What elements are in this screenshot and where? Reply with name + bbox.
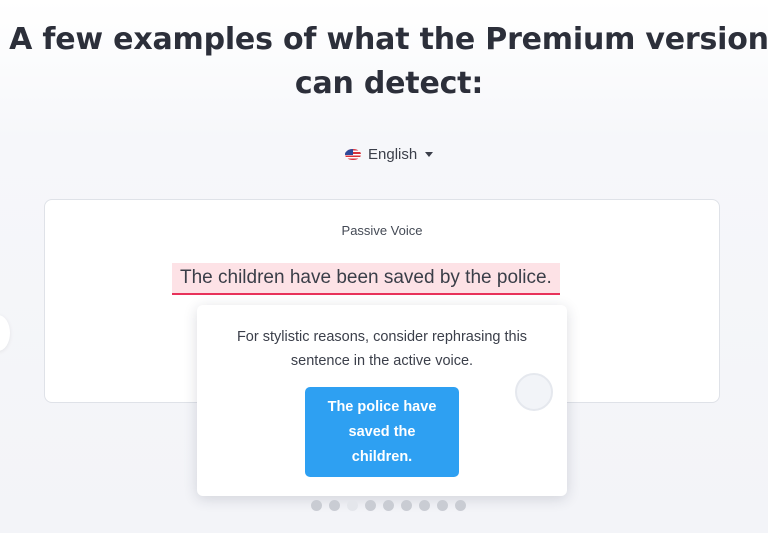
suggestion-message: For stylistic reasons, consider rephrasi… (236, 329, 528, 369)
carousel-dot[interactable] (437, 500, 448, 511)
page-title-line-1: A few examples of what the Premium versi… (9, 22, 768, 57)
carousel-dot[interactable] (329, 500, 340, 511)
suggestion-popup: For stylistic reasons, consider rephrasi… (197, 305, 567, 496)
next-slide-button[interactable] (515, 373, 553, 411)
carousel-dot[interactable] (383, 500, 394, 511)
previous-slide-button[interactable] (0, 315, 10, 351)
page-title: A few examples of what the Premium versi… (0, 18, 768, 106)
apply-suggestion-label: The police have saved the children. (327, 398, 437, 465)
highlighted-sentence[interactable]: The children have been saved by the poli… (172, 263, 560, 295)
carousel-dot[interactable] (419, 500, 430, 511)
carousel-dot[interactable] (311, 500, 322, 511)
caret-down-icon (425, 152, 434, 157)
carousel-dot[interactable] (365, 500, 376, 511)
us-flag-icon (345, 149, 361, 160)
example-category: Passive Voice (341, 223, 423, 238)
carousel-dots (311, 500, 466, 511)
language-selector[interactable]: English (345, 146, 434, 163)
language-selector-label: English (368, 146, 418, 163)
carousel-dot[interactable] (401, 500, 412, 511)
apply-suggestion-button[interactable]: The police have saved the children. (305, 387, 459, 477)
page-title-line-2: can detect: (294, 66, 484, 101)
carousel-dot[interactable] (455, 500, 466, 511)
carousel-dot[interactable] (347, 500, 358, 511)
